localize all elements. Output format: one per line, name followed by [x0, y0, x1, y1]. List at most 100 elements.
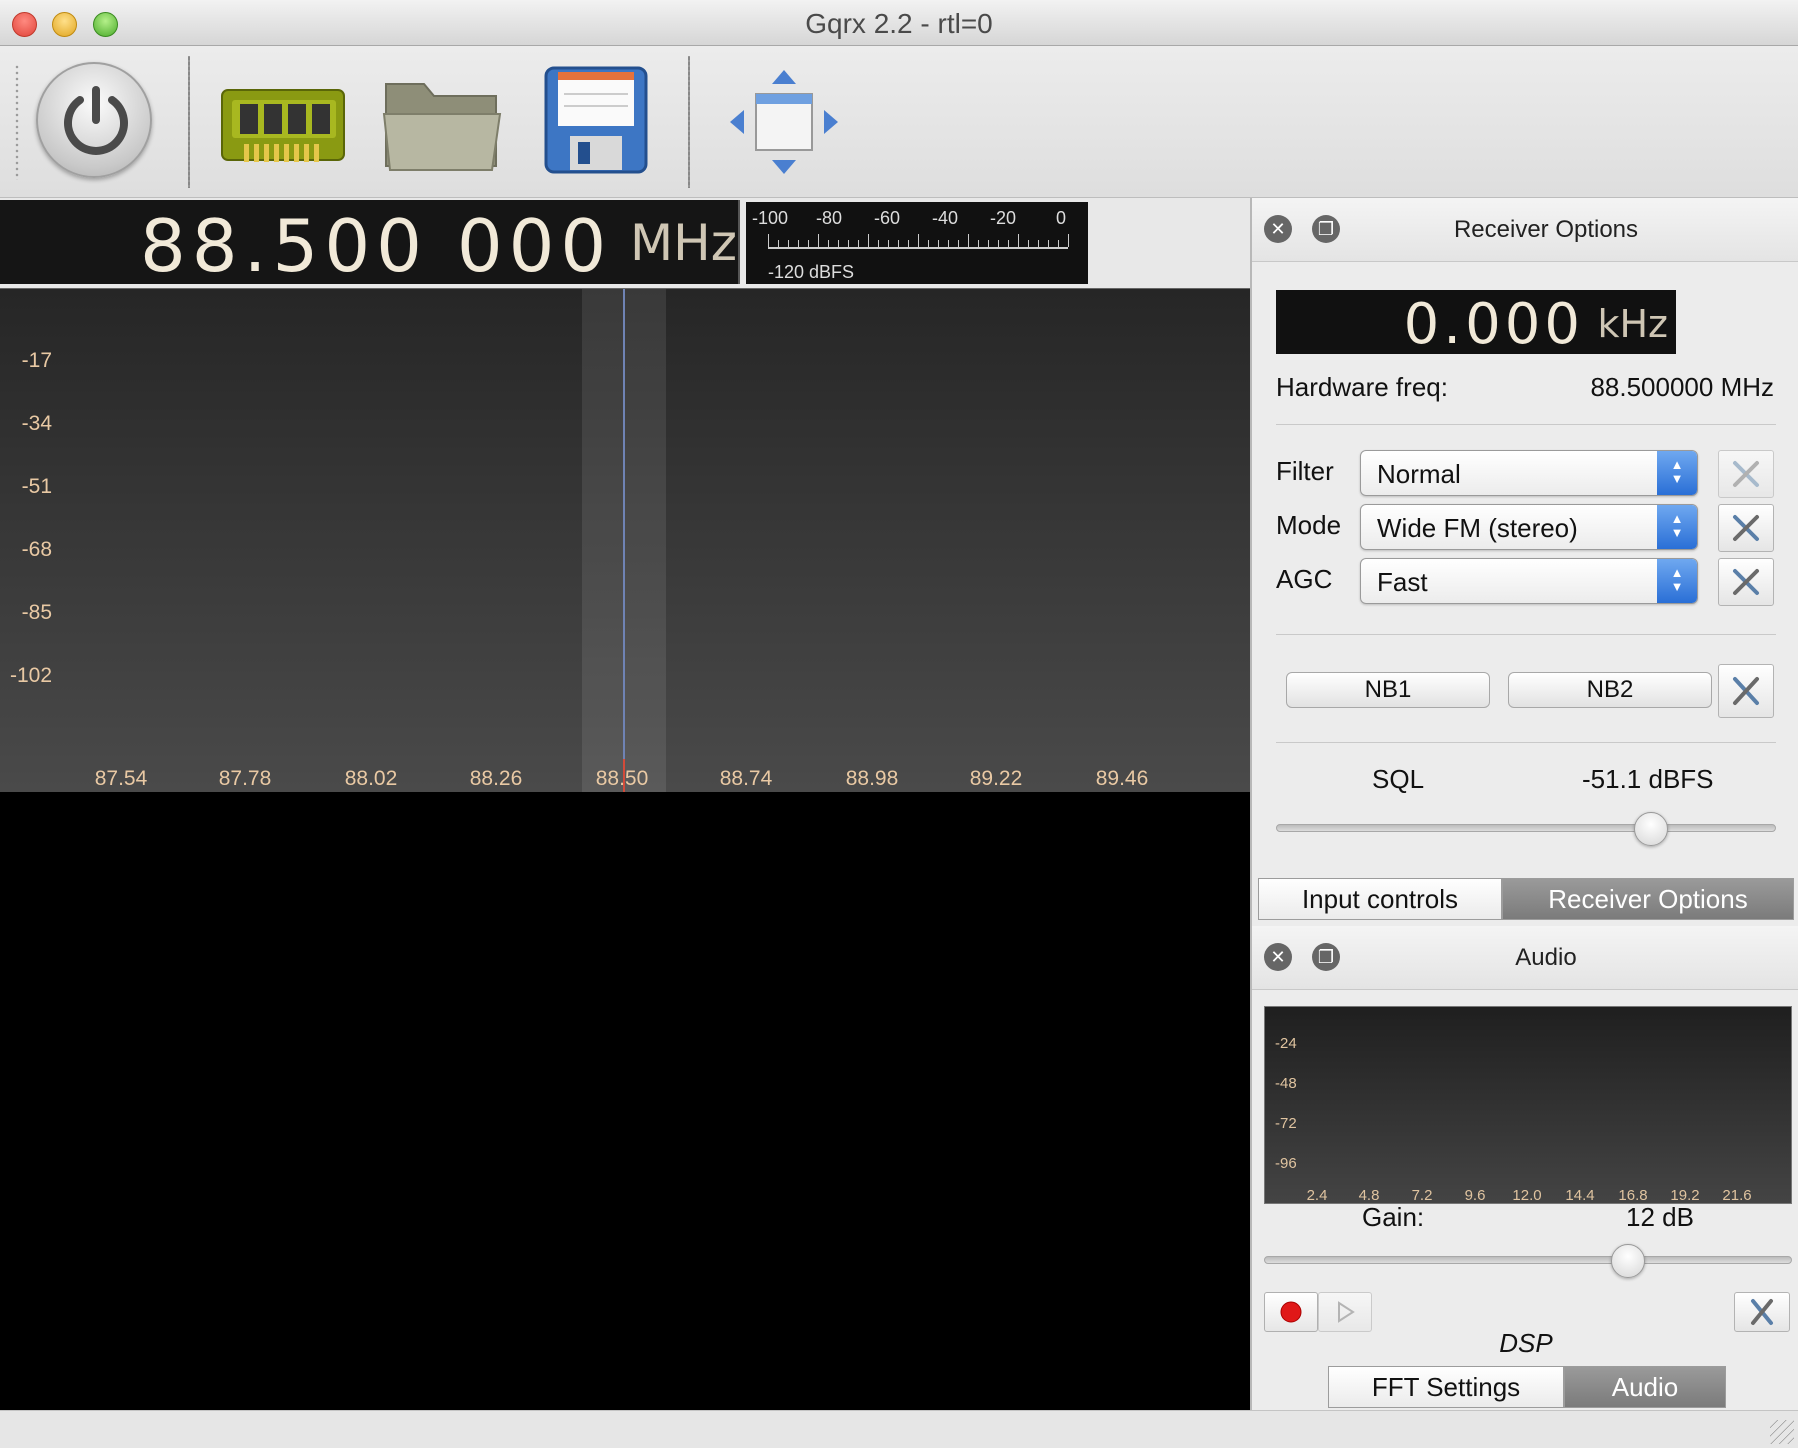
filter-options-button[interactable] — [1718, 450, 1774, 498]
meter-tick — [848, 240, 849, 247]
meter-tick — [1038, 240, 1039, 247]
audio-gain-slider[interactable] — [1264, 1256, 1792, 1264]
filter-select[interactable]: Normal ▲ ▼ — [1360, 450, 1698, 496]
updown-arrows-icon: ▲ ▼ — [1657, 559, 1697, 603]
hardware-freq-label: Hardware freq: — [1276, 372, 1448, 402]
meter-scale-label: -20 — [990, 208, 1017, 228]
power-button[interactable] — [36, 62, 152, 178]
spectrum-x-label: 89.46 — [1095, 767, 1149, 790]
right-dock: ✕ ❐ Receiver Options 0.000 kHz Hardware … — [1250, 198, 1798, 1410]
meter-tick — [1048, 240, 1049, 247]
meter-scale-label: -40 — [932, 208, 959, 228]
dock-panels-button[interactable] — [726, 66, 842, 183]
io-devices-button[interactable] — [218, 84, 348, 177]
updown-arrows-icon: ▲ ▼ — [1657, 451, 1697, 495]
meter-tick — [968, 234, 969, 247]
meter-tick — [1008, 240, 1009, 247]
audio-fft-x-label: 2.4 — [1306, 1187, 1328, 1204]
audio-title: Audio — [1515, 944, 1577, 971]
spectrum-plot[interactable]: -17 -34 -51 -68 -85 -102 87.54 87.78 88.… — [0, 288, 1250, 793]
wrench-screwdriver-icon — [1733, 461, 1759, 487]
play-button[interactable] — [1318, 1292, 1372, 1332]
signal-meter: -100 -80 -60 -40 -20 0 -120 dBFS — [746, 202, 1088, 284]
toolbar-grip[interactable] — [14, 64, 20, 180]
audio-fft-plot[interactable]: -24 -48 -72 -96 2.4 4.8 7.2 9.6 12.0 14.… — [1264, 1006, 1792, 1204]
waterfall-display[interactable] — [0, 792, 1250, 1410]
squelch-label: SQL — [1372, 764, 1425, 794]
mode-select-value: Wide FM (stereo) — [1377, 513, 1578, 543]
receiver-options-titlebar: ✕ ❐ Receiver Options — [1252, 198, 1798, 262]
meter-tick — [1018, 234, 1019, 247]
demod-center-line[interactable] — [623, 289, 625, 793]
squelch-slider-handle[interactable] — [1634, 812, 1668, 846]
spectrum-y-label: -34 — [21, 412, 52, 435]
divider — [1276, 634, 1776, 635]
save-settings-button[interactable] — [542, 64, 650, 181]
record-button[interactable] — [1264, 1292, 1318, 1332]
upper-dock-tabs: Input controls Receiver Options — [1258, 878, 1794, 920]
window-title: Gqrx 2.2 - rtl=0 — [805, 8, 993, 39]
updown-arrows-icon: ▲ ▼ — [1657, 505, 1697, 549]
meter-tick — [1058, 240, 1059, 247]
audio-fft-y-label: -24 — [1275, 1035, 1297, 1052]
agc-select-value: Fast — [1377, 567, 1428, 597]
audio-titlebar: ✕ ❐ Audio — [1252, 926, 1798, 990]
meter-tick — [978, 240, 979, 247]
audio-fft-y-label: -72 — [1275, 1115, 1297, 1132]
noise-blanker-options-button[interactable] — [1718, 664, 1774, 718]
power-icon — [64, 86, 128, 155]
meter-tick — [828, 240, 829, 247]
frequency-digits[interactable]: 88.500 000 — [140, 204, 612, 288]
agc-select[interactable]: Fast ▲ ▼ — [1360, 558, 1698, 604]
meter-tick — [948, 240, 949, 247]
offset-frequency-display[interactable]: 0.000 kHz — [1276, 290, 1676, 357]
meter-tick — [878, 240, 879, 247]
divider — [1276, 742, 1776, 743]
audio-options-button[interactable] — [1734, 1292, 1790, 1332]
lower-dock-tabs: FFT Settings Audio — [1328, 1366, 1726, 1408]
tab-input-controls[interactable]: Input controls — [1258, 878, 1502, 920]
audio-gain-slider-handle[interactable] — [1611, 1244, 1646, 1278]
tab-audio[interactable]: Audio — [1564, 1366, 1726, 1408]
meter-tick — [958, 240, 959, 247]
record-icon — [1280, 1301, 1302, 1323]
meter-tick — [998, 240, 999, 247]
spectrum-x-label: 87.54 — [94, 767, 148, 790]
mode-options-button[interactable] — [1718, 504, 1774, 552]
agc-options-button[interactable] — [1718, 558, 1774, 606]
meter-baseline — [768, 247, 1068, 249]
meter-tick — [858, 240, 859, 247]
dock-arrows-icon — [730, 70, 838, 174]
frequency-display[interactable]: 88.500 000 MHz — [0, 200, 740, 288]
meter-tick — [838, 240, 839, 247]
meter-tick — [918, 234, 919, 247]
nb1-button[interactable]: NB1 — [1286, 672, 1490, 708]
load-settings-button[interactable] — [380, 70, 504, 181]
spectrum-x-label: 88.74 — [719, 767, 773, 790]
folder-icon — [382, 83, 502, 171]
window-resize-grip[interactable] — [1770, 1420, 1794, 1444]
nb2-button[interactable]: NB2 — [1508, 672, 1712, 708]
hardware-freq-value: 88.500000 MHz — [1590, 372, 1774, 402]
frequency-unit: MHz — [630, 214, 737, 272]
spectrum-y-label: -68 — [21, 538, 52, 561]
meter-tick — [898, 240, 899, 247]
meter-tick — [988, 240, 989, 247]
audio-fft-y-label: -96 — [1275, 1155, 1297, 1172]
spectrum-x-label: 88.26 — [469, 767, 523, 790]
meter-tick — [818, 234, 819, 247]
squelch-slider[interactable] — [1276, 824, 1776, 832]
title-bar: Gqrx 2.2 - rtl=0 — [0, 0, 1798, 46]
status-bar — [0, 1410, 1798, 1448]
offset-frequency-unit: kHz — [1597, 302, 1668, 346]
offset-frequency-digits[interactable]: 0.000 — [1404, 292, 1584, 357]
filter-select-value: Normal — [1377, 459, 1461, 489]
wrench-screwdriver-icon — [1733, 569, 1759, 595]
tab-fft-settings[interactable]: FFT Settings — [1328, 1366, 1564, 1408]
tab-receiver-options[interactable]: Receiver Options — [1502, 878, 1794, 920]
meter-tick — [768, 234, 769, 247]
meter-tick — [1068, 234, 1069, 247]
dsp-label: DSP — [1499, 1328, 1553, 1358]
mode-select[interactable]: Wide FM (stereo) ▲ ▼ — [1360, 504, 1698, 550]
agc-label: AGC — [1276, 564, 1333, 594]
